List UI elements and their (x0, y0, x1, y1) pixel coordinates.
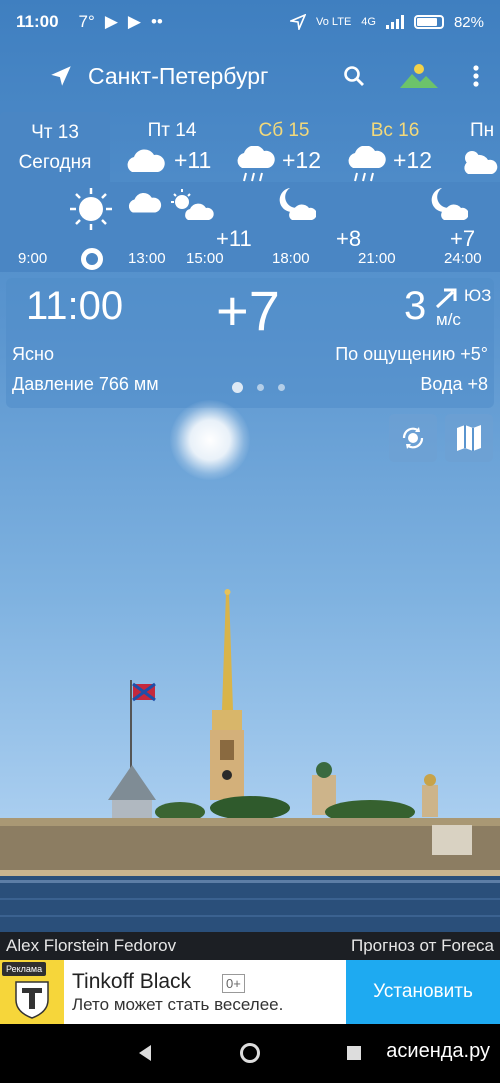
day-tab-sat[interactable]: Сб 15 +12 (234, 112, 334, 182)
play-icon: ▶ (127, 12, 141, 31)
day-name: Пт 14 (147, 120, 197, 141)
hourly-time: 24:00 (444, 250, 482, 267)
photo-credits-bar: Alex Florstein Fedorov Прогноз от Foreca (0, 932, 500, 960)
condition-text: Ясно (12, 344, 54, 364)
current-time: 11:00 (26, 284, 124, 328)
city-name[interactable]: Санкт-Петербург (88, 63, 268, 90)
ad-banner[interactable]: Реклама Tinkoff Black 0+ Лето может стат… (0, 960, 500, 1024)
sun-icon (70, 188, 112, 230)
hourly-temp: +7 (450, 226, 476, 251)
battery-icon (413, 15, 444, 29)
recents-icon[interactable] (346, 1045, 362, 1061)
day-name: Сб 15 (258, 120, 310, 141)
sun-rotate-icon (402, 427, 424, 449)
day-name: Чт 13 (31, 122, 79, 143)
install-button[interactable]: Установить (346, 960, 500, 1024)
more-notifications-icon: •• (150, 12, 163, 31)
day-tab-sun[interactable]: Вс 16 +12 (345, 112, 445, 182)
background-photo (0, 589, 500, 932)
hourly-time: 15:00 (186, 250, 224, 267)
daily-forecast-row: Чт 13 Сегодня Пт 14 +11 Сб 15 +12 Вс 16 … (0, 112, 500, 182)
wind-arrow-icon (435, 288, 457, 309)
page-dot (257, 384, 264, 391)
ad-label: Реклама (2, 962, 47, 976)
day-tab-today[interactable]: Чт 13 Сегодня (0, 112, 110, 182)
day-temp: +12 (282, 147, 322, 173)
status-temp: 7° (78, 12, 95, 31)
day-name: Пн (470, 120, 495, 141)
hourly-time: 13:00 (128, 250, 166, 267)
weather-details-button[interactable] (389, 414, 437, 462)
status-bar: 11:00 7° ▶ ▶ •• Vo LTE 4G 82% (0, 0, 500, 44)
sun-image (170, 400, 250, 480)
signal-icon (385, 15, 404, 29)
forecast-provider[interactable]: Прогноз от Foreca (351, 936, 494, 956)
more-vert-icon[interactable] (472, 64, 480, 88)
hourly-time: 9:00 (18, 250, 48, 267)
partly-cloudy-icon (171, 189, 214, 220)
app-bar: Санкт-Петербург (0, 48, 500, 104)
location-arrow-icon[interactable] (48, 63, 74, 89)
page-dot (232, 382, 243, 393)
battery-percent: 82% (453, 13, 484, 31)
search-icon[interactable] (342, 64, 366, 88)
network-type: 4G (361, 16, 376, 28)
page-dot (278, 384, 285, 391)
system-nav-bar: асиенда.ру (0, 1024, 500, 1083)
day-name: Вс 16 (370, 120, 420, 141)
back-icon[interactable] (137, 1044, 153, 1062)
wind-speed: 3 (404, 284, 427, 328)
map-button[interactable] (445, 414, 493, 462)
watermark: асиенда.ру (386, 1040, 490, 1062)
hourly-temp: +11 (216, 226, 252, 251)
cloudy-icon (127, 149, 165, 172)
today-label: Сегодня (18, 152, 92, 173)
moon-cloud-icon (431, 188, 468, 220)
moon-cloud-icon (279, 188, 316, 220)
status-time: 11:00 (16, 12, 59, 31)
play-icon: ▶ (104, 12, 118, 31)
ad-age-rating: 0+ (222, 974, 245, 993)
ad-title: Tinkoff Black (72, 970, 192, 993)
current-weather-panel[interactable]: 11:00 +7 3 ЮЗ м/с Ясно По ощущению +5° Д… (6, 278, 494, 408)
page-indicator (232, 382, 285, 393)
landscape-icon[interactable] (400, 62, 438, 90)
wind-unit: м/с (436, 310, 461, 329)
day-tab-mon[interactable]: Пн (456, 112, 500, 182)
cloudy-icon (128, 192, 162, 213)
hourly-time: 21:00 (358, 250, 396, 267)
volte-icon: Vo LTE (316, 16, 352, 28)
partly-cloudy-icon (464, 151, 498, 174)
hourly-time: 18:00 (272, 250, 310, 267)
map-icon (457, 425, 481, 451)
feels-like: По ощущению +5° (335, 344, 488, 364)
pressure: Давление 766 мм (12, 374, 159, 394)
hourly-temp: +8 (336, 226, 362, 251)
day-temp: +11 (174, 147, 212, 173)
photo-author[interactable]: Alex Florstein Fedorov (6, 936, 176, 956)
day-temp: +12 (393, 147, 433, 173)
current-temp: +7 (216, 279, 280, 342)
water-temp: Вода +8 (420, 374, 488, 394)
ad-subtitle: Лето может стать веселее. (72, 995, 284, 1014)
day-tab-fri[interactable]: Пт 14 +11 (124, 112, 220, 182)
now-marker (81, 248, 103, 270)
location-icon (290, 14, 307, 30)
wind-direction: ЮЗ (464, 286, 492, 305)
home-icon[interactable] (239, 1042, 261, 1064)
hourly-forecast[interactable]: +11 +8 +7 9:00 13:00 15:00 18:00 21:00 2… (0, 182, 500, 272)
